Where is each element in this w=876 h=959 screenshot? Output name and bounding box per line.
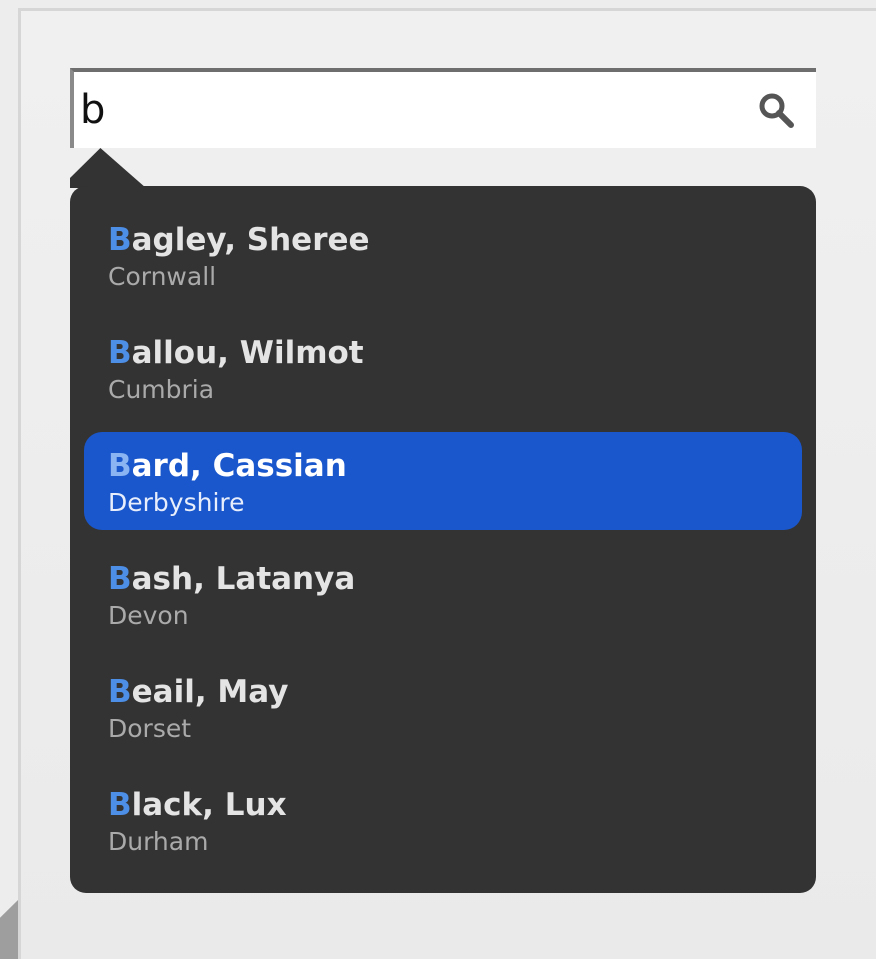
result-county: Cornwall — [108, 262, 217, 291]
match-highlight: B — [108, 335, 132, 371]
stage: Bagley, Sheree Cornwall Ballou, Wilmot C… — [0, 0, 876, 959]
result-item[interactable]: Black, Lux Durham — [84, 771, 802, 884]
result-item[interactable]: Bash, Latanya Devon — [84, 545, 802, 658]
result-name: Bash, Latanya — [108, 559, 802, 599]
search-icon[interactable] — [756, 90, 796, 130]
result-name-rest: ard, Cassian — [131, 448, 347, 484]
result-county: Devon — [108, 601, 189, 630]
result-name-rest: lack, Lux — [131, 787, 287, 823]
result-item[interactable]: Ballou, Wilmot Cumbria — [84, 319, 802, 432]
result-name-rest: agley, Sheree — [131, 222, 370, 258]
results-list: Bagley, Sheree Cornwall Ballou, Wilmot C… — [84, 206, 802, 884]
result-item-selected[interactable]: Bard, Cassian Derbyshire — [84, 432, 802, 530]
autocomplete-dropdown: Bagley, Sheree Cornwall Ballou, Wilmot C… — [70, 186, 816, 893]
match-highlight: B — [108, 787, 132, 823]
result-name: Black, Lux — [108, 785, 802, 825]
result-county: Durham — [108, 827, 209, 856]
corner-decoration — [0, 900, 18, 959]
search-input[interactable] — [80, 78, 730, 142]
result-name-rest: ash, Latanya — [131, 561, 356, 597]
search-box[interactable] — [70, 68, 816, 148]
result-name: Bard, Cassian — [108, 446, 802, 486]
result-name: Bagley, Sheree — [108, 220, 802, 260]
result-name-rest: eail, May — [131, 674, 289, 710]
result-item[interactable]: Beail, May Dorset — [84, 658, 802, 771]
match-highlight: B — [108, 674, 132, 710]
result-county: Dorset — [108, 714, 192, 743]
match-highlight: B — [108, 561, 132, 597]
result-name: Ballou, Wilmot — [108, 333, 802, 373]
result-county: Derbyshire — [108, 488, 245, 517]
result-item[interactable]: Bagley, Sheree Cornwall — [84, 206, 802, 319]
match-highlight: B — [108, 448, 132, 484]
result-county: Cumbria — [108, 375, 215, 404]
result-name: Beail, May — [108, 672, 802, 712]
match-highlight: B — [108, 222, 132, 258]
result-name-rest: allou, Wilmot — [131, 335, 364, 371]
